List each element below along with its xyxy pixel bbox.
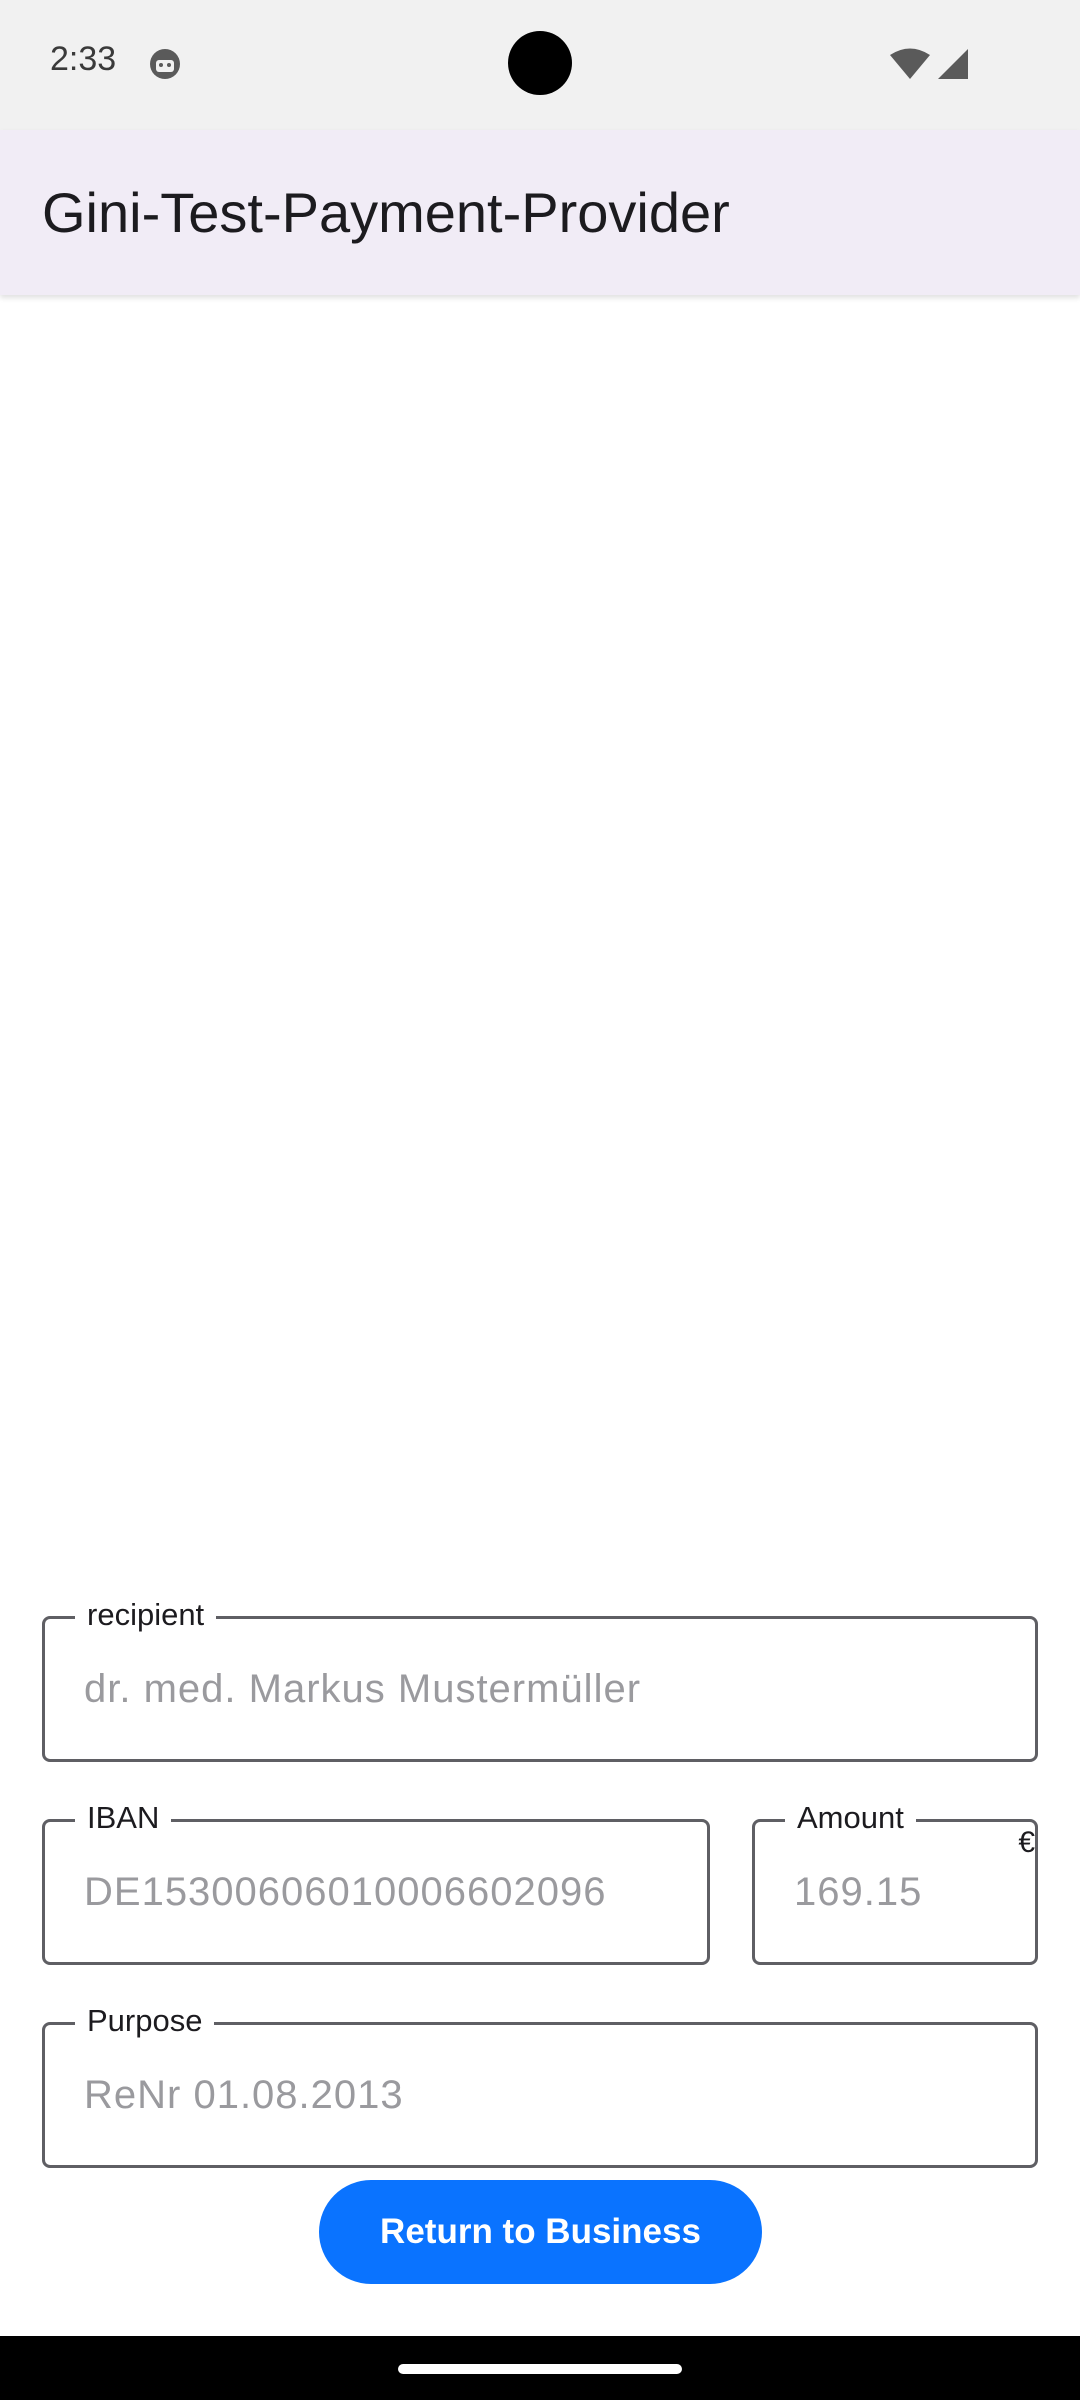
amount-field[interactable]: Amount 169.15 € <box>752 1800 1038 1965</box>
status-time: 2:33 <box>50 40 117 78</box>
currency-suffix: € <box>1018 1826 1035 1859</box>
amount-value: 169.15 <box>794 1869 923 1914</box>
purpose-value: ReNr 01.08.2013 <box>84 2072 404 2117</box>
page-title: Gini-Test-Payment-Provider <box>42 181 730 244</box>
app-bar: Gini-Test-Payment-Provider <box>0 130 1080 295</box>
iban-value: DE15300606010006602096 <box>84 1869 607 1914</box>
home-gesture-handle[interactable] <box>398 2364 682 2374</box>
cellular-signal-icon <box>937 48 969 80</box>
app-notification-icon <box>148 47 182 81</box>
return-to-business-button[interactable]: Return to Business <box>319 2180 762 2284</box>
purpose-field[interactable]: Purpose ReNr 01.08.2013 <box>42 2003 1038 2168</box>
camera-cutout <box>508 31 572 95</box>
recipient-value: dr. med. Markus Mustermüller <box>84 1666 642 1711</box>
recipient-field[interactable]: recipient dr. med. Markus Mustermüller <box>42 1597 1038 1762</box>
status-bar: 2:33 <box>0 0 1080 130</box>
navigation-bar <box>0 2336 1080 2400</box>
iban-field[interactable]: IBAN DE15300606010006602096 <box>42 1800 710 1965</box>
wifi-icon <box>889 48 931 80</box>
